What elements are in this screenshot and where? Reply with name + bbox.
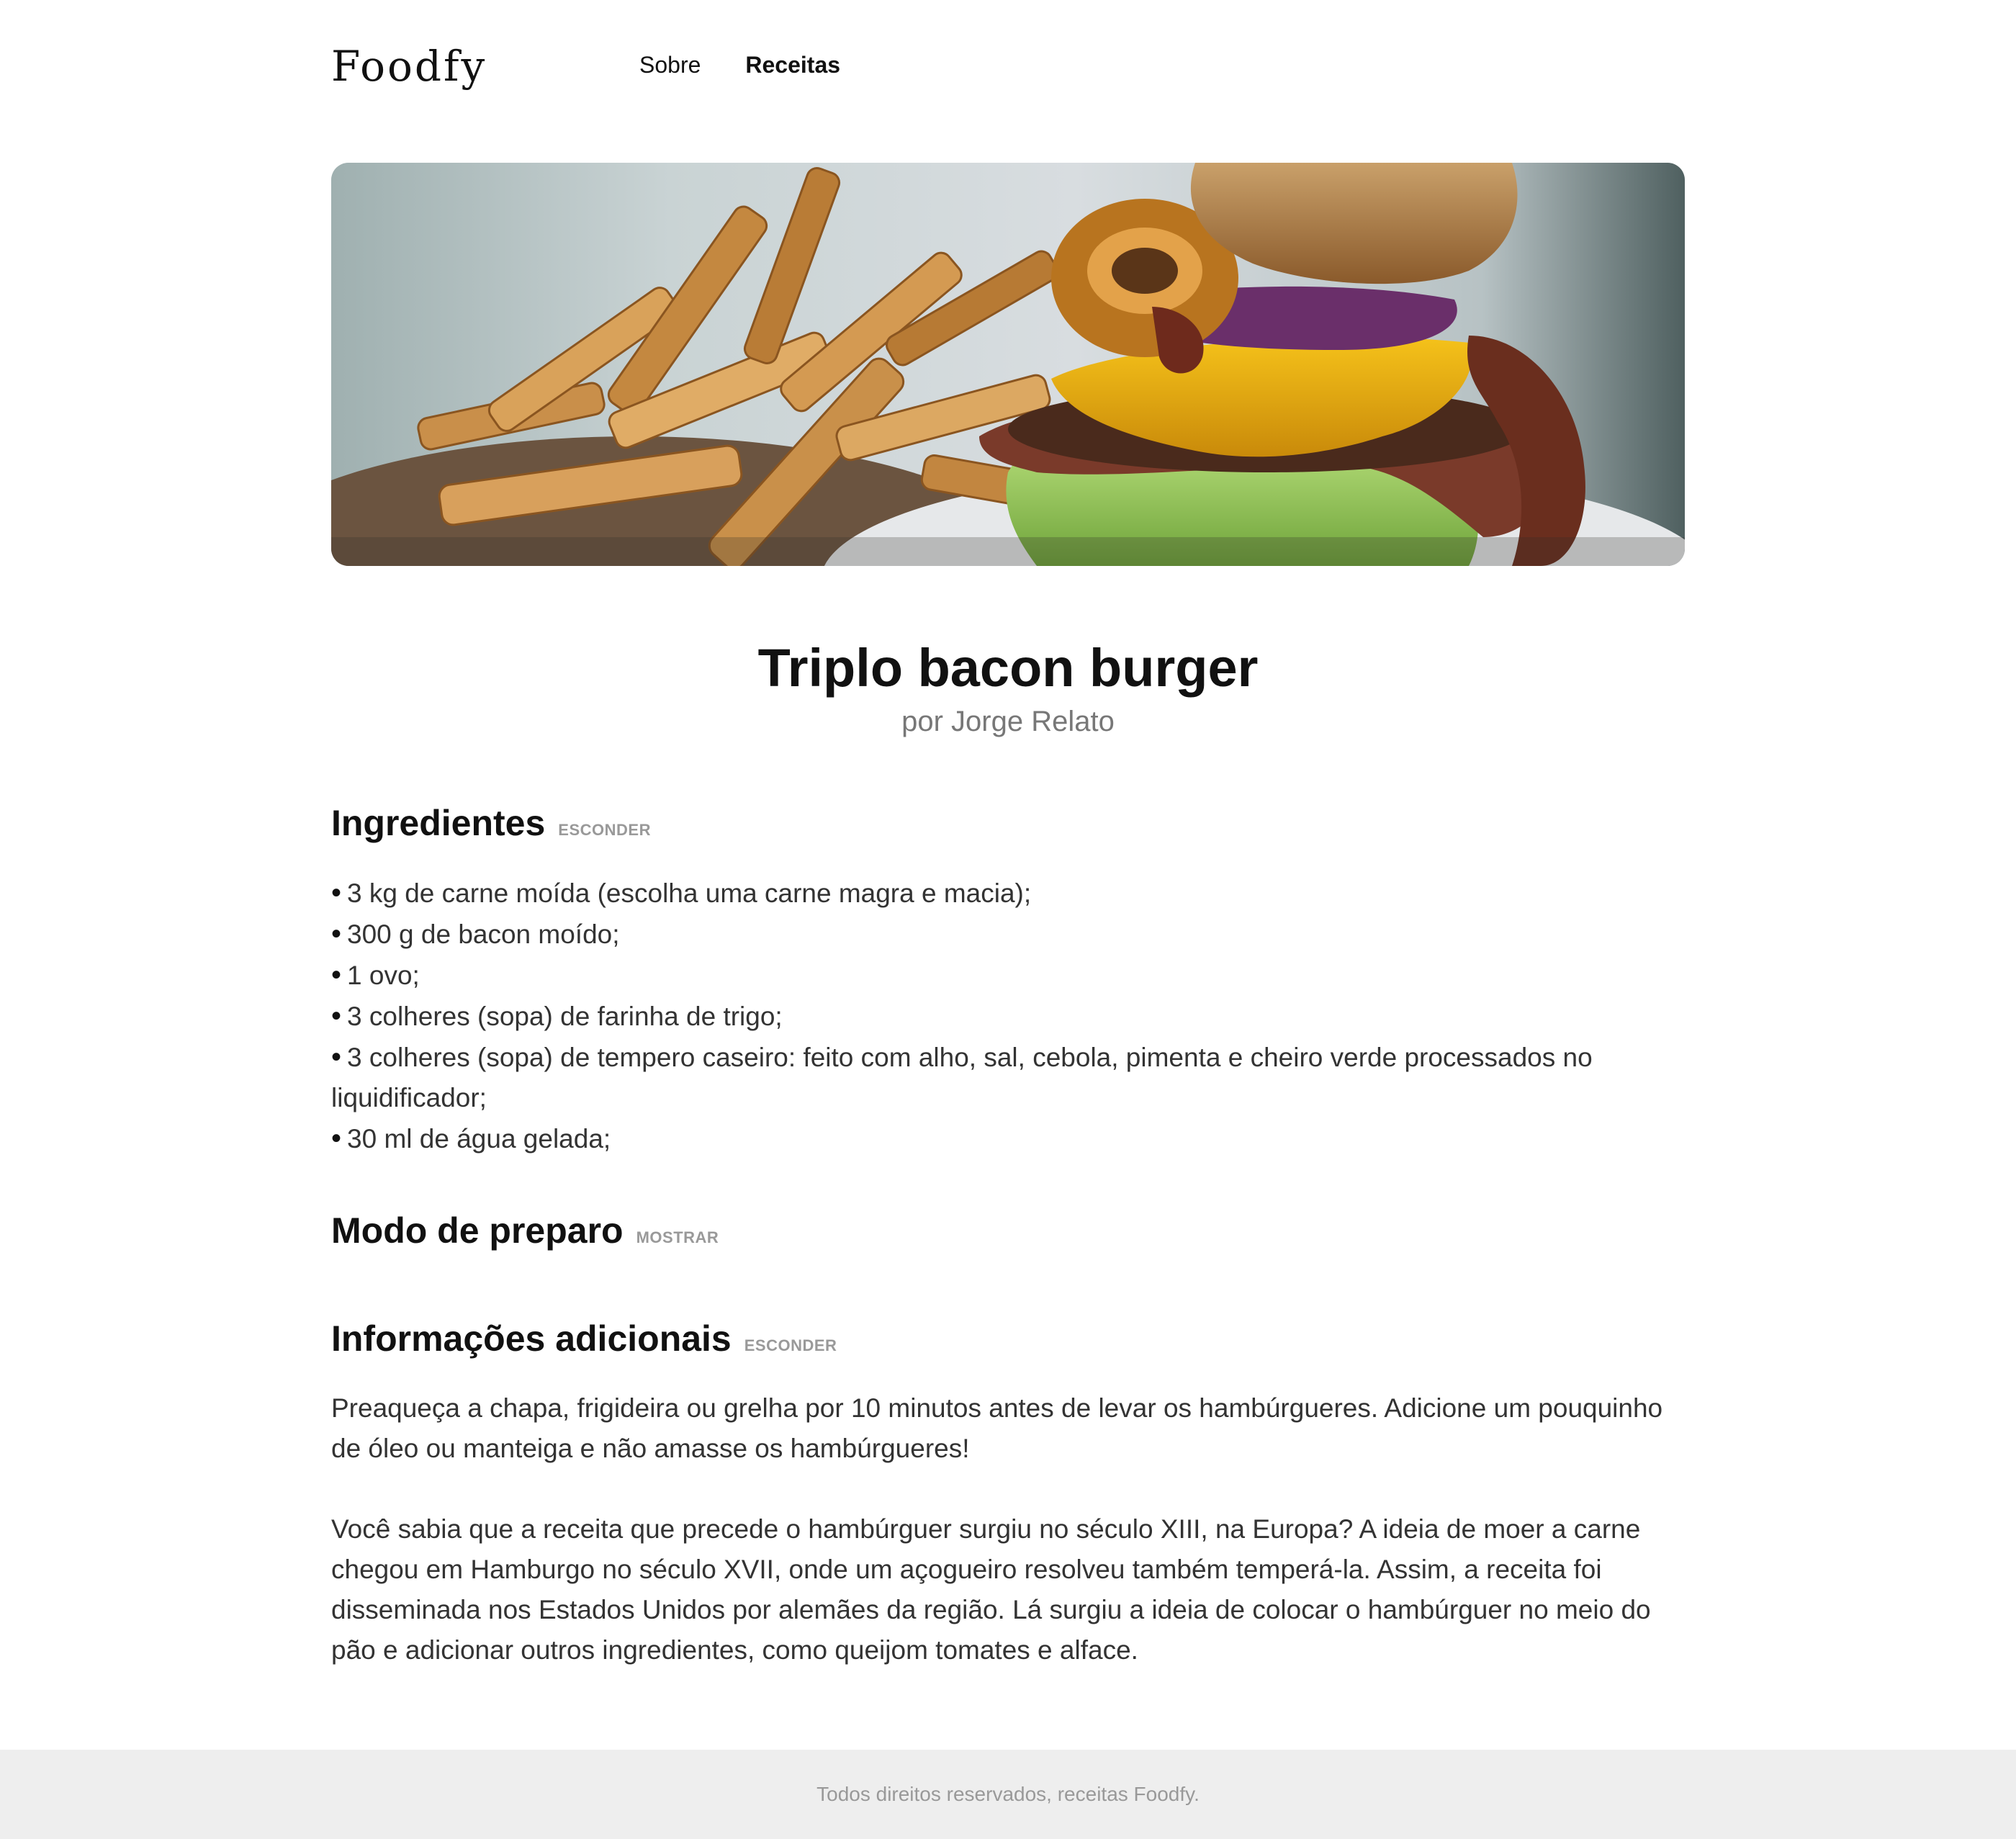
site-footer: Todos direitos reservados, receitas Food… bbox=[0, 1750, 2016, 1839]
ingredient-item: 300 g de bacon moído; bbox=[331, 914, 1685, 955]
nav-link-sobre[interactable]: Sobre bbox=[639, 52, 701, 78]
ingredient-item: 3 colheres (sopa) de tempero caseiro: fe… bbox=[331, 1037, 1685, 1118]
information-toggle-button[interactable]: ESCONDER bbox=[744, 1336, 837, 1355]
ingredient-item: 30 ml de água gelada; bbox=[331, 1118, 1685, 1159]
site-header: Foodfy Sobre Receitas bbox=[331, 36, 1685, 101]
footer-text: Todos direitos reservados, receitas Food… bbox=[816, 1783, 1200, 1805]
information-section: Informações adicionais ESCONDER Preaqueç… bbox=[331, 1318, 1685, 1671]
information-paragraph: Preaqueça a chapa, frigideira ou grelha … bbox=[331, 1393, 1663, 1463]
burger-photo bbox=[331, 163, 1685, 566]
information-header: Informações adicionais ESCONDER bbox=[331, 1318, 1685, 1368]
ingredients-section: Ingredientes ESCONDER 3 kg de carne moíd… bbox=[331, 802, 1685, 1159]
ingredient-item: 3 kg de carne moída (escolha uma carne m… bbox=[331, 873, 1685, 914]
ingredient-item: 3 colheres (sopa) de farinha de trigo; bbox=[331, 996, 1685, 1037]
recipe-heading: Triplo bacon burger por Jorge Relato bbox=[331, 634, 1685, 740]
information-paragraph: Você sabia que a receita que precede o h… bbox=[331, 1514, 1651, 1665]
ingredients-header: Ingredientes ESCONDER bbox=[331, 802, 1685, 853]
preparation-title: Modo de preparo bbox=[331, 1210, 624, 1251]
main-nav: Sobre Receitas bbox=[639, 52, 840, 78]
recipe-title: Triplo bacon burger bbox=[757, 638, 1259, 698]
nav-link-receitas[interactable]: Receitas bbox=[745, 52, 840, 78]
preparation-header: Modo de preparo MOSTRAR bbox=[331, 1210, 1685, 1260]
preparation-toggle-button[interactable]: MOSTRAR bbox=[636, 1228, 719, 1247]
information-title: Informações adicionais bbox=[331, 1318, 732, 1359]
ingredients-list: 3 kg de carne moída (escolha uma carne m… bbox=[331, 873, 1685, 1159]
site-logo[interactable]: Foodfy bbox=[331, 42, 487, 91]
preparation-section: Modo de preparo MOSTRAR bbox=[331, 1210, 1685, 1260]
recipe-author: por Jorge Relato bbox=[901, 706, 1115, 737]
ingredients-toggle-button[interactable]: ESCONDER bbox=[558, 821, 651, 840]
ingredient-item: 1 ovo; bbox=[331, 955, 1685, 996]
ingredients-title: Ingredientes bbox=[331, 803, 546, 843]
recipe-image bbox=[331, 163, 1685, 566]
